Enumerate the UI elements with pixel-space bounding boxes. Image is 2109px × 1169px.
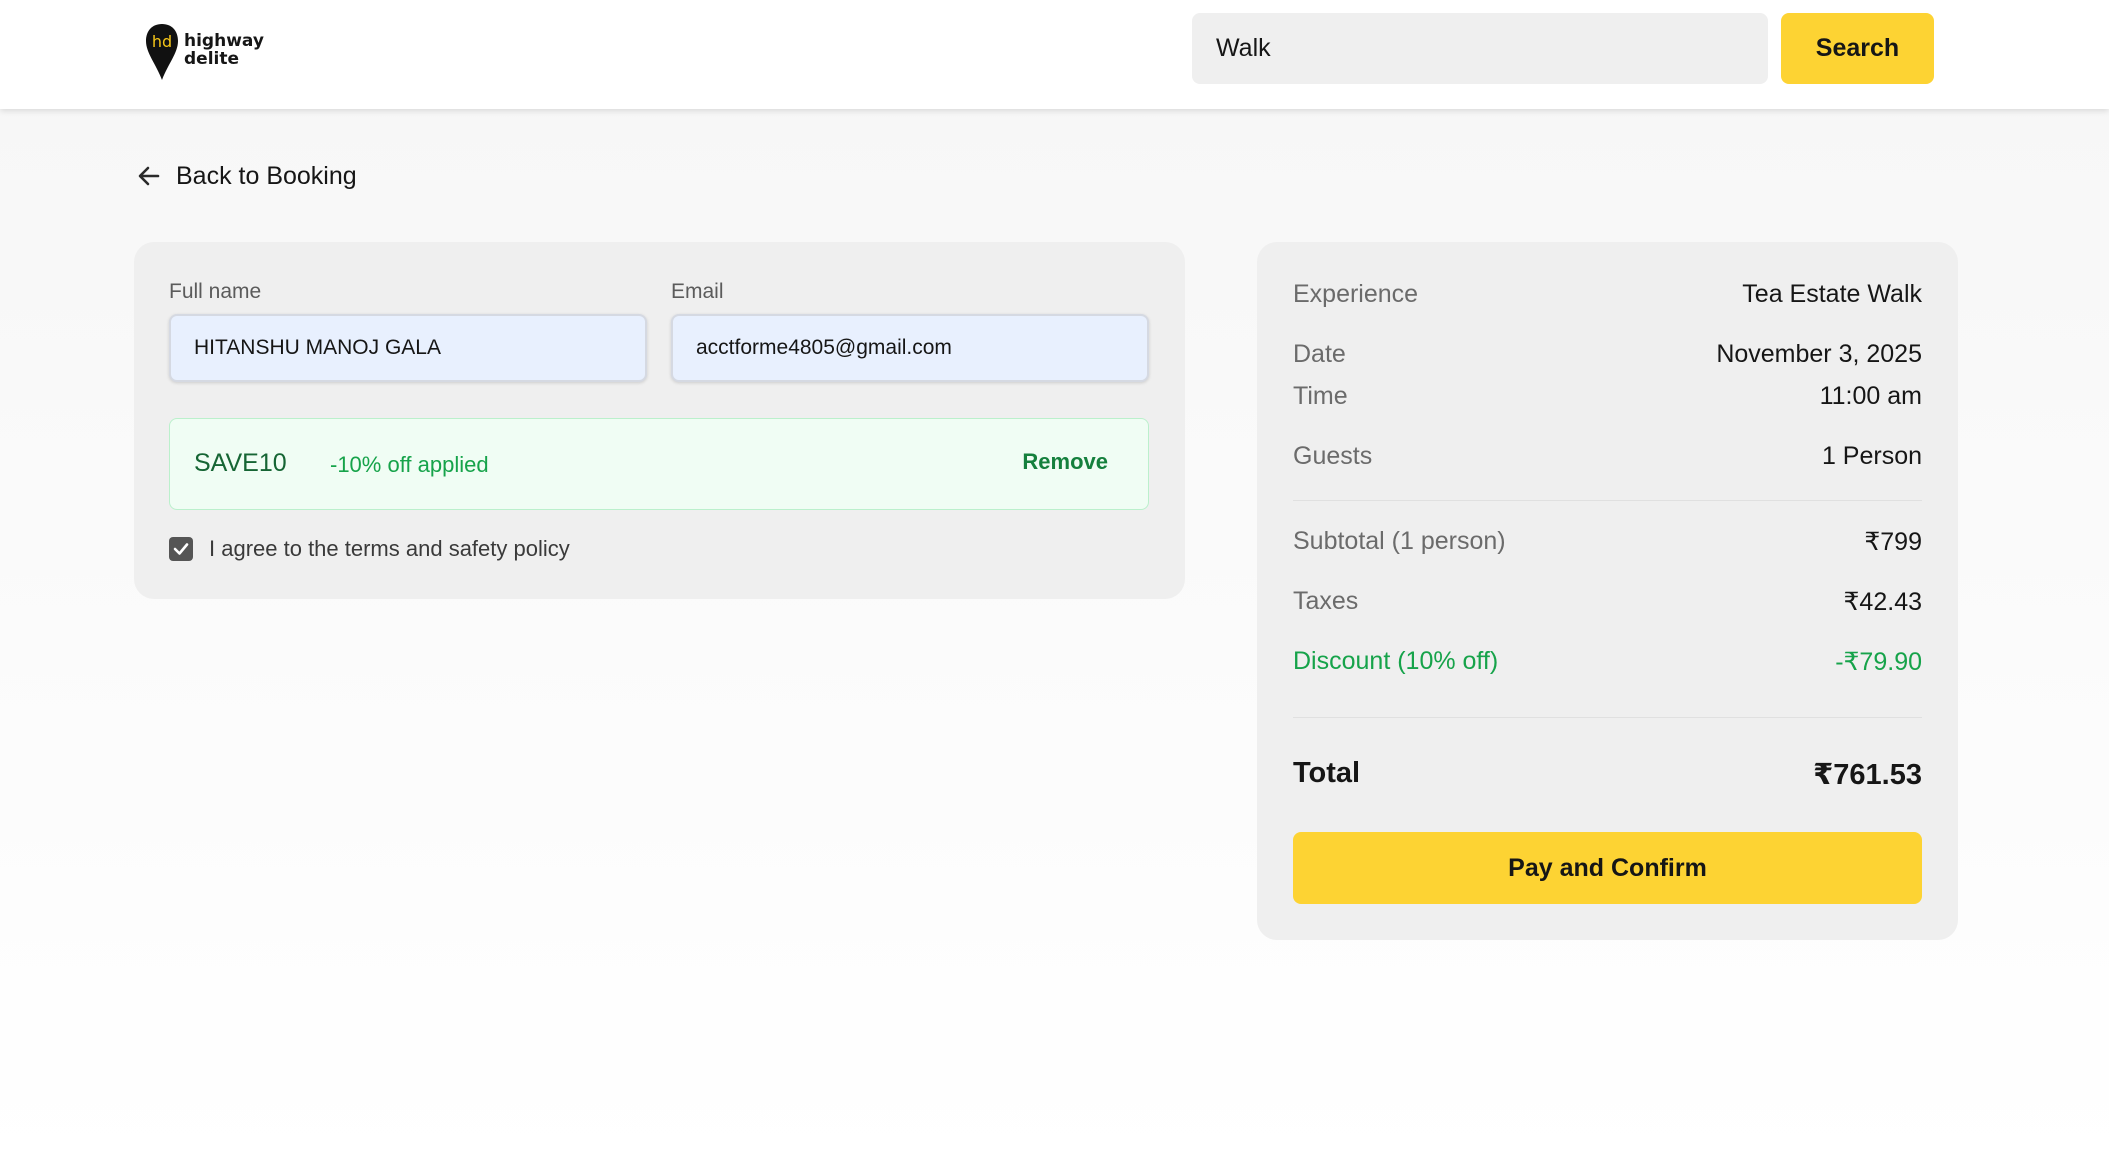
back-link-label: Back to Booking: [176, 161, 357, 190]
summary-row-experience: Experience Tea Estate Walk: [1293, 280, 1922, 309]
logo-text: highway delite: [184, 32, 264, 68]
logo-line-2: delite: [184, 49, 240, 69]
search-input[interactable]: [1192, 13, 1768, 84]
promo-applied-box: SAVE10 -10% off applied Remove: [169, 418, 1149, 510]
date-value: November 3, 2025: [1716, 340, 1922, 368]
checkout-form-card: Full name Email SAVE10 -10% off applied …: [134, 242, 1185, 599]
back-to-booking-link[interactable]: Back to Booking: [136, 158, 357, 194]
check-icon: [173, 543, 189, 555]
taxes-label: Taxes: [1293, 587, 1359, 615]
subtotal-value: ₹799: [1864, 528, 1922, 556]
summary-row-guests: Guests 1 Person: [1293, 442, 1922, 471]
promo-message: -10% off applied: [330, 452, 489, 477]
experience-label: Experience: [1293, 280, 1419, 308]
guests-value: 1 Person: [1821, 442, 1922, 470]
logo-line-1: highway: [184, 31, 264, 51]
summary-row-discount: Discount (10% off) -₹79.90: [1293, 647, 1922, 677]
summary-row-time: Time 11:00 am: [1293, 382, 1922, 411]
promo-code: SAVE10: [194, 449, 287, 477]
summary-row-taxes: Taxes ₹42.43: [1293, 587, 1922, 617]
total-value: ₹761.53: [1813, 759, 1922, 791]
map-pin-logo-icon: hd: [146, 24, 178, 80]
summary-row-subtotal: Subtotal (1 person) ₹799: [1293, 527, 1922, 557]
terms-agree-row[interactable]: I agree to the terms and safety policy: [169, 536, 570, 562]
discount-value: -₹79.90: [1835, 648, 1922, 676]
guests-label: Guests: [1293, 442, 1373, 470]
email-field[interactable]: [671, 314, 1149, 382]
terms-agree-label: I agree to the terms and safety policy: [209, 536, 570, 561]
logo[interactable]: hd highway delite: [144, 22, 284, 82]
date-label: Date: [1293, 340, 1346, 368]
terms-checkbox[interactable]: [169, 537, 193, 561]
summary-row-total: Total ₹761.53: [1293, 757, 1922, 792]
time-value: 11:00 am: [1819, 382, 1922, 410]
discount-label: Discount (10% off): [1293, 647, 1499, 675]
search-button[interactable]: Search: [1781, 13, 1934, 84]
remove-promo-button[interactable]: Remove: [1022, 449, 1108, 475]
pay-and-confirm-button[interactable]: Pay and Confirm: [1293, 832, 1922, 904]
total-label: Total: [1293, 757, 1361, 789]
svg-text:hd: hd: [152, 32, 172, 51]
top-header: hd highway delite Search: [0, 0, 2109, 109]
full-name-field[interactable]: [169, 314, 647, 382]
booking-summary-card: Experience Tea Estate Walk Date November…: [1257, 242, 1958, 940]
summary-row-date: Date November 3, 2025: [1293, 340, 1922, 369]
experience-value: Tea Estate Walk: [1742, 280, 1922, 308]
summary-divider: [1293, 717, 1922, 718]
subtotal-label: Subtotal (1 person): [1293, 527, 1506, 555]
arrow-left-icon: [138, 166, 160, 186]
time-label: Time: [1293, 382, 1348, 410]
summary-divider: [1293, 500, 1922, 501]
email-label: Email: [671, 280, 724, 303]
full-name-label: Full name: [169, 280, 262, 303]
taxes-value: ₹42.43: [1843, 588, 1922, 616]
